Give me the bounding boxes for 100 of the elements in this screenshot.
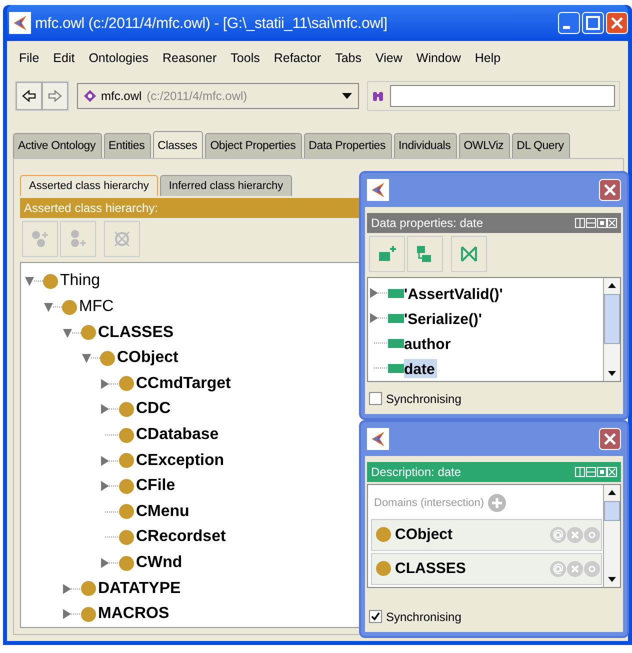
tree-item[interactable]: MACROS	[98, 605, 170, 624]
ontology-icon	[84, 90, 96, 102]
checkbox[interactable]	[369, 392, 382, 406]
class-icon	[81, 581, 96, 596]
collapsed-triangle-icon[interactable]	[370, 287, 388, 300]
dropdown-arrow-icon	[342, 92, 352, 99]
class-icon	[119, 402, 134, 417]
menu-item[interactable]: Edit	[47, 48, 83, 67]
domain-item: CLASSES	[394, 560, 467, 578]
class-icon	[376, 561, 391, 576]
view-controls-icon[interactable]	[575, 218, 617, 228]
collapsed-triangle-icon[interactable]	[101, 378, 119, 390]
delete-icon	[459, 244, 479, 264]
add-subproperty-button[interactable]	[369, 236, 405, 272]
scroll-thumb[interactable]	[604, 500, 620, 521]
view-tab[interactable]: Inferred class hierarchy	[160, 174, 292, 196]
collapsed-triangle-icon[interactable]	[63, 582, 81, 595]
tree-item[interactable]: CMenu	[136, 502, 190, 521]
class-icon	[43, 274, 58, 289]
tree-item[interactable]: CRecordset	[136, 528, 226, 546]
tab[interactable]: OWLViz	[458, 132, 510, 158]
menu-item[interactable]: Ontologies	[82, 48, 156, 67]
collapsed-triangle-icon[interactable]	[63, 608, 81, 620]
class-icon	[119, 504, 134, 520]
menu-item[interactable]: Window	[410, 48, 469, 67]
checkbox-label: Synchronising	[386, 392, 462, 406]
collapsed-triangle-icon[interactable]	[101, 557, 119, 570]
class-icon	[119, 556, 134, 571]
tab[interactable]: Individuals	[394, 132, 457, 158]
property-item[interactable]: 'AssertValid()'	[404, 284, 505, 303]
data-property-icon	[388, 314, 404, 323]
menu-item[interactable]: File	[13, 48, 48, 67]
binoculars-icon	[372, 90, 384, 102]
menu-item[interactable]: View	[370, 48, 410, 67]
close-button[interactable]	[599, 178, 621, 201]
maximize-button[interactable]	[582, 12, 604, 34]
expanded-triangle-icon[interactable]	[25, 275, 43, 288]
property-item[interactable]: date	[404, 358, 437, 378]
property-item[interactable]: 'Serialize()'	[404, 308, 484, 328]
delete-property-button[interactable]	[451, 236, 487, 272]
collapsed-triangle-icon[interactable]	[101, 403, 119, 416]
tree-item[interactable]: CException	[136, 452, 224, 470]
tab[interactable]: Entities	[104, 132, 151, 158]
tree-item[interactable]: CFile	[136, 477, 176, 496]
menu-item[interactable]: Tools	[224, 48, 268, 67]
menu-item[interactable]: Help	[468, 48, 509, 67]
minimize-button[interactable]	[558, 12, 580, 34]
add-subclass-icon	[30, 228, 50, 249]
checkbox[interactable]	[369, 610, 382, 624]
collapsed-triangle-icon[interactable]	[101, 454, 119, 467]
add-subproperty-icon	[377, 244, 397, 264]
view-controls-icon[interactable]	[575, 466, 617, 477]
delete-icon	[112, 228, 132, 249]
class-icon	[100, 350, 115, 366]
tree-item[interactable]: CDC	[136, 400, 171, 418]
expanded-triangle-icon[interactable]	[63, 326, 81, 339]
tab[interactable]: Active Ontology	[13, 132, 102, 158]
back-arrow-icon	[22, 90, 36, 102]
collapsed-triangle-icon[interactable]	[370, 312, 388, 324]
back-button[interactable]	[16, 82, 42, 110]
tree-item[interactable]: MFC	[79, 298, 114, 316]
ontology-dropdown[interactable]: mfc.owl (c:/2011/4/mfc.owl)	[77, 82, 359, 109]
view-title: Data properties: date	[371, 216, 484, 230]
tree-item[interactable]: Thing	[60, 272, 100, 290]
tab[interactable]: Classes	[152, 130, 204, 158]
class-icon	[119, 530, 134, 545]
menu-item[interactable]: Tabs	[329, 48, 370, 67]
search-field[interactable]	[390, 84, 615, 107]
tab[interactable]: Object Properties	[205, 132, 302, 158]
class-icon	[119, 376, 134, 392]
add-sibling-icon	[68, 228, 88, 249]
tree-item[interactable]: CLASSES	[98, 324, 174, 342]
menu-item[interactable]: Refactor	[268, 48, 330, 67]
window-title: mfc.owl (c:/2011/4/mfc.owl) - [G:\_statii_11\sai\mfc.owl]	[35, 14, 388, 32]
close-button[interactable]	[606, 12, 628, 34]
scrollbar[interactable]	[603, 278, 620, 381]
property-item[interactable]: author	[404, 334, 453, 353]
menu-item[interactable]: Reasoner	[156, 48, 225, 67]
class-icon	[81, 606, 96, 622]
collapsed-triangle-icon[interactable]	[101, 480, 119, 492]
tab[interactable]: DL Query	[512, 132, 570, 158]
tree-item[interactable]: CWnd	[136, 554, 182, 572]
checkbox-label: Synchronising	[386, 610, 462, 624]
add-sibling-property-button[interactable]	[407, 236, 443, 272]
tree-item[interactable]: DATATYPE	[98, 580, 181, 598]
class-icon	[62, 300, 77, 315]
app-logo-icon	[367, 428, 389, 450]
scroll-thumb[interactable]	[604, 294, 620, 344]
close-button[interactable]	[599, 428, 621, 450]
expanded-triangle-icon[interactable]	[82, 352, 100, 364]
tree-item[interactable]: CObject	[117, 349, 178, 368]
tree-item[interactable]: CDatabase	[136, 426, 219, 444]
view-tab[interactable]: Asserted class hierarchy	[20, 174, 158, 196]
section-label: Domains (intersection)	[374, 496, 484, 509]
scrollbar[interactable]	[603, 484, 620, 587]
domain-item: CObject	[394, 526, 454, 544]
tab[interactable]: Data Properties	[304, 132, 392, 158]
class-icon	[376, 527, 391, 542]
expanded-triangle-icon[interactable]	[44, 301, 62, 314]
tree-item[interactable]: CCmdTarget	[136, 374, 231, 393]
